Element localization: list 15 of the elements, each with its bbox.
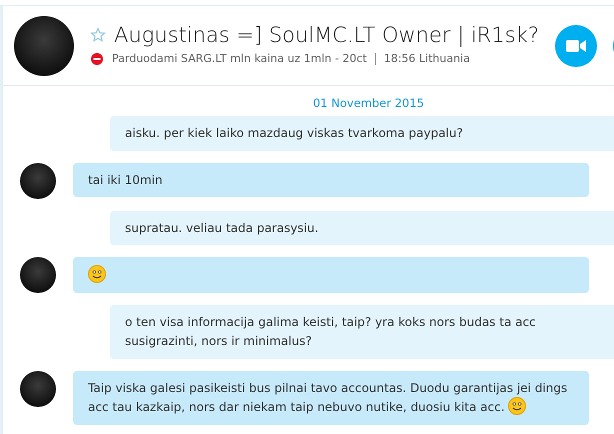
- mood-message: Parduodami SARG.LT mln kaina uz 1mln - 20ct: [112, 50, 367, 67]
- avatar-photo: [20, 162, 56, 199]
- video-camera-icon: [566, 38, 586, 52]
- contact-name: Augustinas =] SoulMC.LT Owner | iR1sk?: [114, 24, 539, 47]
- avatar-photo: [20, 370, 56, 407]
- message-bubble: supratau. veliau tada parasysiu.: [110, 210, 614, 246]
- message-bubble: aisku. per kiek laiko mazdaug viskas tvarkoma paypalu?: [110, 116, 614, 151]
- star-icon[interactable]: [90, 27, 106, 44]
- avatar-photo: [20, 257, 56, 294]
- message-bubble: o ten visa informacija galima keisti, taip? yra koks nors budas ta acc susigrazinti, nors ir minimalus?: [110, 305, 614, 359]
- message-bubble: Taip viska galesi pasikeisti bus pilnai tavo accountas. Duodu garantijas jei dings acc tau kazkaip, nors dar niekam taip nebuvo nutike, duosiu kita acc.: [73, 370, 589, 425]
- local-time: 18:56 Lithuania: [384, 50, 470, 67]
- date-divider: 01 November 2015: [312, 95, 426, 112]
- video-call-button[interactable]: [554, 24, 597, 66]
- message-bubble: tai iki 10min: [73, 162, 589, 198]
